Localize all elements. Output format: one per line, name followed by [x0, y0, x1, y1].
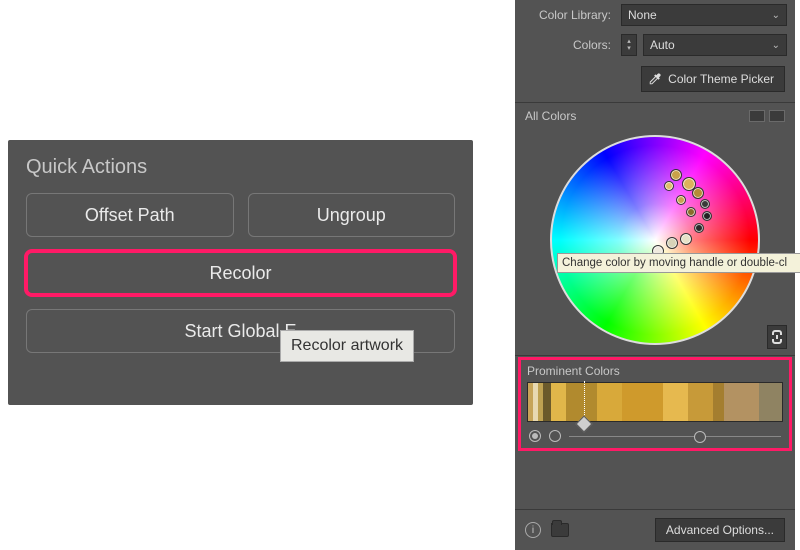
color-wheel-handle[interactable] [666, 237, 678, 249]
colors-value: Auto [650, 38, 675, 52]
saturation-mode-radio-1[interactable] [529, 430, 541, 442]
colors-label: Colors: [515, 38, 615, 52]
color-theme-picker-label: Color Theme Picker [668, 72, 774, 86]
all-colors-label: All Colors [525, 109, 576, 123]
recolor-tooltip: Recolor artwork [280, 330, 414, 362]
color-wheel-hint: Change color by moving handle or double-… [557, 253, 800, 273]
recolor-panel: Color Library: None ⌄ Colors: ▴▾ Auto ⌄ … [515, 0, 795, 550]
prominent-color-segment[interactable] [663, 383, 688, 421]
link-colors-toggle[interactable] [767, 325, 787, 349]
color-wheel-handle[interactable] [700, 199, 710, 209]
prominent-color-segment[interactable] [724, 383, 760, 421]
prominent-colors-bar[interactable] [527, 382, 783, 422]
prominent-color-segment[interactable] [688, 383, 713, 421]
wheel-view-segmented-button[interactable] [769, 110, 785, 122]
color-wheel-handle[interactable] [680, 233, 692, 245]
info-icon[interactable]: i [525, 522, 541, 538]
advanced-options-button[interactable]: Advanced Options... [655, 518, 785, 542]
color-library-value: None [628, 8, 657, 22]
color-wheel-handle[interactable] [670, 169, 682, 181]
color-library-select[interactable]: None ⌄ [621, 4, 787, 26]
color-wheel-handle[interactable] [664, 181, 674, 191]
saturation-slider-thumb[interactable] [694, 431, 706, 443]
eyedropper-icon [648, 72, 662, 86]
chevron-down-icon: ⌄ [772, 40, 780, 51]
offset-path-button[interactable]: Offset Path [26, 193, 234, 237]
color-wheel-handle[interactable] [694, 223, 704, 233]
prominent-color-segment[interactable] [622, 383, 663, 421]
saturation-mode-radio-2[interactable] [549, 430, 561, 442]
color-wheel-handle[interactable] [686, 207, 696, 217]
save-color-group-button[interactable] [551, 523, 569, 537]
color-library-label: Color Library: [515, 8, 615, 22]
prominent-color-segment[interactable] [566, 383, 596, 421]
prominent-color-segment[interactable] [759, 383, 782, 421]
color-wheel[interactable] [550, 135, 760, 345]
color-wheel-handle[interactable] [702, 211, 712, 221]
recolor-button[interactable]: Recolor [26, 251, 455, 295]
prominent-color-segment[interactable] [597, 383, 622, 421]
saturation-slider[interactable] [569, 436, 781, 437]
quick-actions-title: Quick Actions [26, 156, 455, 179]
color-wheel-handle[interactable] [692, 187, 704, 199]
prominent-colors-label: Prominent Colors [521, 360, 789, 378]
wheel-view-smooth-button[interactable] [749, 110, 765, 122]
prominent-colors-section: Prominent Colors [521, 360, 789, 448]
color-wheel-handle[interactable] [676, 195, 686, 205]
prominent-color-segment[interactable] [543, 383, 551, 421]
colors-select[interactable]: Auto ⌄ [643, 34, 787, 56]
ungroup-button[interactable]: Ungroup [248, 193, 456, 237]
colors-stepper[interactable]: ▴▾ [621, 34, 637, 56]
color-theme-picker-button[interactable]: Color Theme Picker [641, 66, 785, 92]
prominent-color-segment[interactable] [713, 383, 723, 421]
prominent-color-segment[interactable] [551, 383, 566, 421]
link-icon [771, 330, 783, 344]
chevron-down-icon: ⌄ [772, 10, 780, 21]
quick-actions-panel: Quick Actions Offset Path Ungroup Recolo… [8, 140, 473, 405]
